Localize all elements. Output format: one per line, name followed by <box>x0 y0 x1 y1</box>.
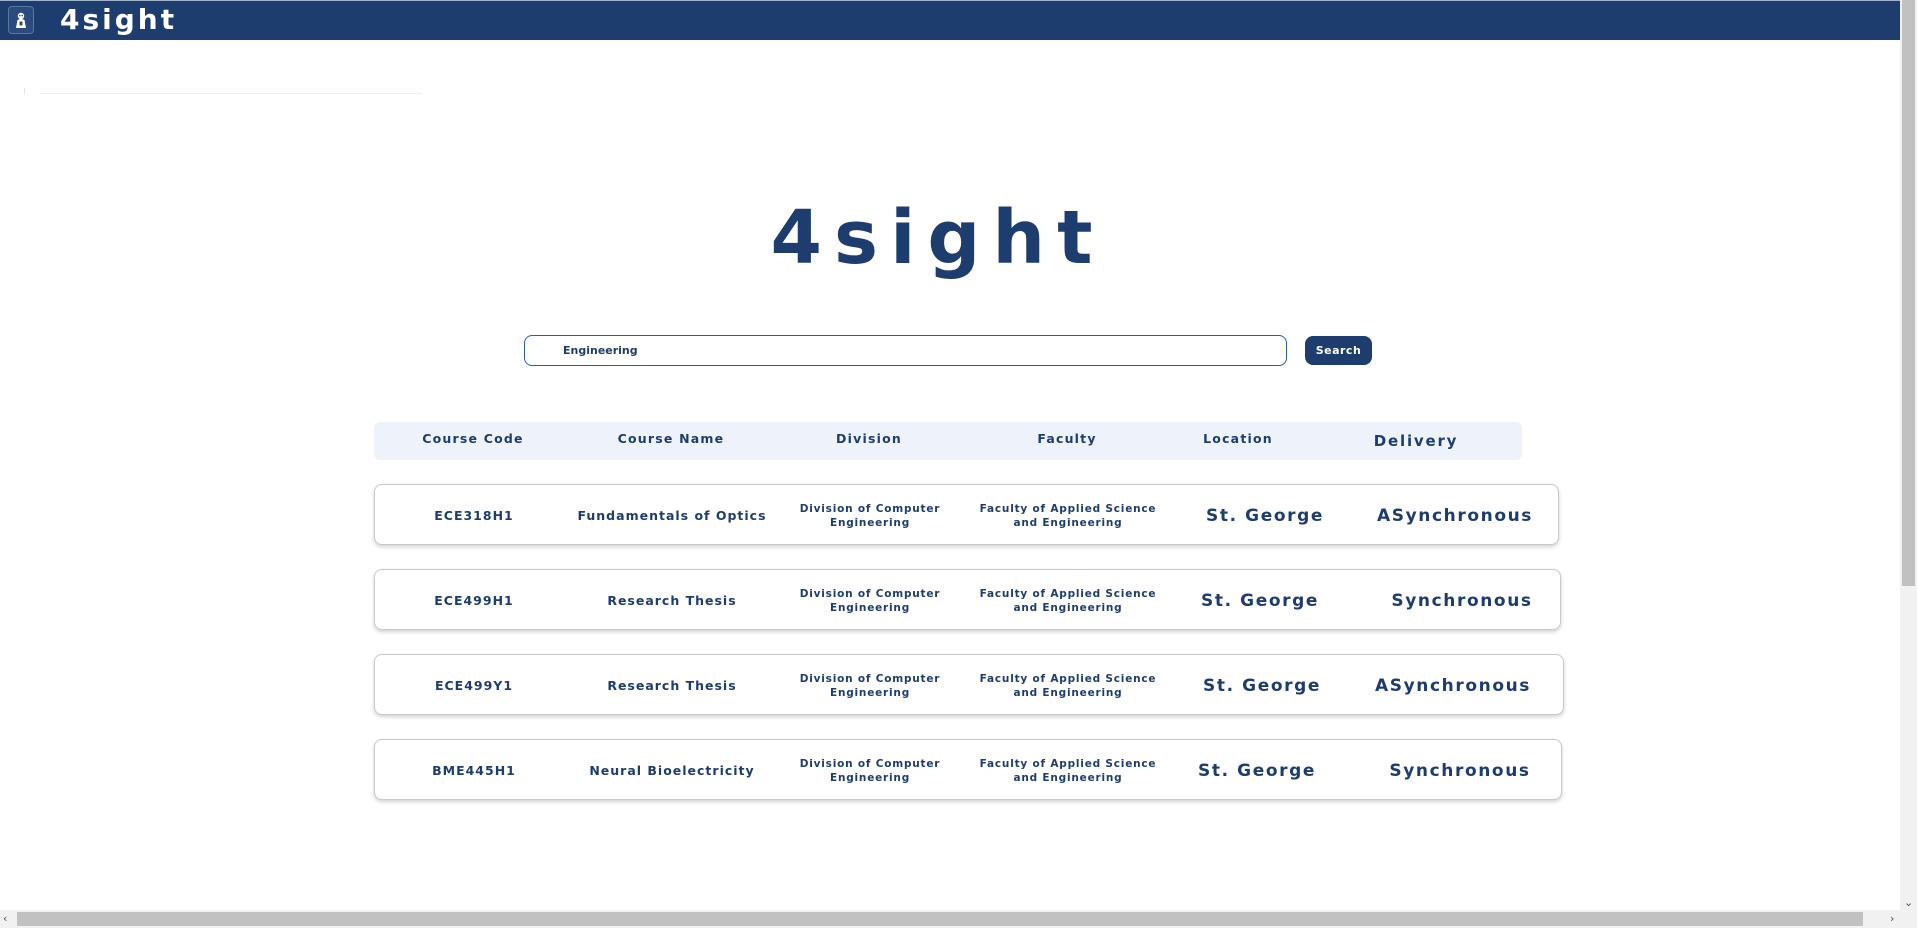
division: Division of Computer Engineering <box>799 502 941 529</box>
scroll-down-arrow-icon[interactable]: ⌄ <box>1904 897 1913 909</box>
delivery: ASynchronous <box>1376 505 1534 526</box>
location: St. George <box>1201 590 1319 611</box>
page-title: 4sight <box>770 195 1105 281</box>
table-row[interactable]: BME445H1 Neural Bioelectricity Division … <box>374 739 1562 800</box>
column-header-faculty: Faculty <box>1037 431 1097 446</box>
course-name: Neural Bioelectricity <box>589 763 755 778</box>
division: Division of Computer Engineering <box>799 587 941 614</box>
course-code: BME445H1 <box>432 763 516 778</box>
faculty: Faculty of Applied Science and Engineeri… <box>979 587 1157 614</box>
vertical-scrollbar-thumb[interactable] <box>1902 0 1915 586</box>
column-header-delivery: Delivery <box>1373 432 1459 450</box>
delivery: ASynchronous <box>1374 675 1532 696</box>
navbar: 4sight <box>0 0 1900 40</box>
table-row[interactable]: ECE499Y1 Research Thesis Division of Com… <box>374 654 1564 715</box>
division: Division of Computer Engineering <box>799 757 941 784</box>
table-row[interactable]: ECE499H1 Research Thesis Division of Com… <box>374 569 1561 630</box>
nav-brand[interactable]: 4sight <box>60 2 177 38</box>
course-code: ECE499Y1 <box>434 678 514 693</box>
faculty: Faculty of Applied Science and Engineeri… <box>979 757 1157 784</box>
course-name: Fundamentals of Optics <box>577 508 767 523</box>
column-header-course-code: Course Code <box>422 431 524 446</box>
scroll-right-arrow-icon[interactable]: › <box>1890 913 1894 925</box>
horizontal-scrollbar-thumb[interactable] <box>17 912 1863 926</box>
search-button[interactable]: Search <box>1305 336 1372 365</box>
table-row[interactable]: ECE318H1 Fundamentals of Optics Division… <box>374 484 1559 545</box>
faculty: Faculty of Applied Science and Engineeri… <box>979 672 1157 699</box>
division: Division of Computer Engineering <box>799 672 941 699</box>
course-code: ECE318H1 <box>434 508 514 523</box>
column-header-course-name: Course Name <box>617 431 725 446</box>
faculty: Faculty of Applied Science and Engineeri… <box>979 502 1157 529</box>
delivery: Synchronous <box>1389 760 1531 781</box>
column-header-division: Division <box>836 431 902 446</box>
scroll-left-arrow-icon[interactable]: ‹ <box>3 913 7 925</box>
owl-logo-icon[interactable] <box>8 6 34 34</box>
table-header: Course Code Course Name Division Faculty… <box>374 422 1522 460</box>
search-input[interactable] <box>524 335 1287 366</box>
divider <box>24 88 25 94</box>
delivery: Synchronous <box>1391 590 1533 611</box>
course-name: Research Thesis <box>607 593 737 608</box>
column-header-location: Location <box>1203 431 1273 446</box>
divider <box>40 93 422 94</box>
location: St. George <box>1206 505 1324 526</box>
location: St. George <box>1198 760 1316 781</box>
course-code: ECE499H1 <box>434 593 514 608</box>
location: St. George <box>1203 675 1321 696</box>
course-name: Research Thesis <box>607 678 737 693</box>
